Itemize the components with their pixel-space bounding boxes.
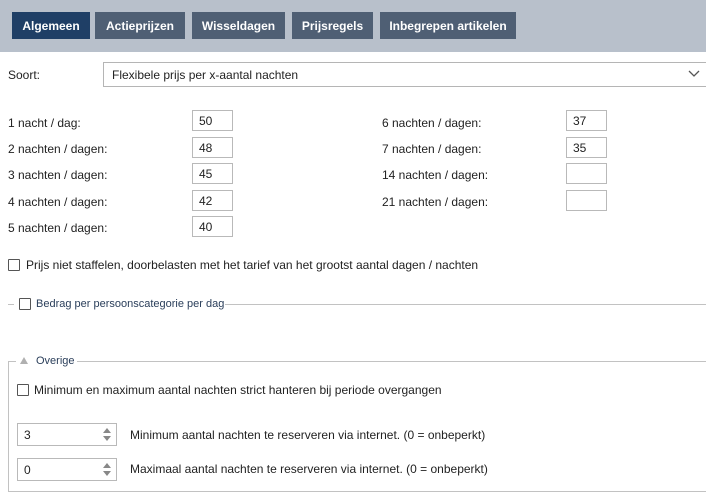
- price-input-3[interactable]: 45: [192, 163, 233, 184]
- fieldset-border: [8, 304, 14, 305]
- max-nights-value: 0: [24, 463, 31, 477]
- strict-checkbox[interactable]: [17, 384, 29, 396]
- price-label-14: 14 nachten / dagen:: [382, 168, 489, 182]
- price-input-5[interactable]: 40: [192, 216, 233, 237]
- price-label-2: 2 nachten / dagen:: [8, 142, 108, 156]
- soort-select[interactable]: Flexibele prijs per x-aantal nachten: [103, 62, 706, 87]
- price-label-21: 21 nachten / dagen:: [382, 195, 489, 209]
- min-nights-value: 3: [24, 428, 31, 442]
- price-input-21[interactable]: [566, 190, 607, 211]
- no-staffel-label: Prijs niet staffelen, doorbelasten met h…: [26, 258, 479, 272]
- min-nights-spinner[interactable]: 3: [17, 423, 117, 446]
- soort-select-value: Flexibele prijs per x-aantal nachten: [112, 68, 299, 82]
- spinner-arrows-icon[interactable]: [103, 463, 111, 476]
- min-nights-label: Minimum aantal nachten te reserveren via…: [130, 428, 486, 442]
- tab-bar: Algemeen Actieprijzen Wisseldagen Prijsr…: [0, 0, 706, 52]
- price-input-14[interactable]: [566, 163, 607, 184]
- price-input-6[interactable]: 37: [566, 110, 607, 131]
- max-nights-label: Maximaal aantal nachten te reserveren vi…: [130, 462, 488, 476]
- fieldset-border: [8, 491, 706, 492]
- tab-algemeen[interactable]: Algemeen: [12, 12, 90, 39]
- price-label-7: 7 nachten / dagen:: [382, 142, 482, 156]
- per-person-legend: Bedrag per persoonscategorie per dag: [36, 298, 225, 310]
- price-label-3: 3 nachten / dagen:: [8, 168, 108, 182]
- overige-legend: Overige: [36, 355, 75, 367]
- triangle-up-icon[interactable]: [20, 357, 28, 364]
- chevron-down-icon: [688, 70, 700, 77]
- price-label-4: 4 nachten / dagen:: [8, 195, 108, 209]
- tab-actieprijzen[interactable]: Actieprijzen: [95, 12, 185, 39]
- per-person-checkbox[interactable]: [19, 298, 31, 310]
- tab-wisseldagen[interactable]: Wisseldagen: [192, 12, 285, 39]
- fieldset-border: [77, 361, 706, 362]
- spinner-arrows-icon[interactable]: [103, 428, 111, 441]
- soort-label: Soort:: [8, 68, 41, 82]
- tab-prijsregels[interactable]: Prijsregels: [292, 12, 373, 39]
- fieldset-border: [8, 361, 9, 491]
- price-input-2[interactable]: 48: [192, 137, 233, 158]
- price-input-1[interactable]: 50: [192, 110, 233, 131]
- price-input-4[interactable]: 42: [192, 190, 233, 211]
- fieldset-border: [8, 361, 16, 362]
- price-input-7[interactable]: 35: [566, 137, 607, 158]
- tab-inbegrepen-artikelen[interactable]: Inbegrepen artikelen: [380, 12, 516, 39]
- price-label-5: 5 nachten / dagen:: [8, 221, 108, 235]
- price-label-6: 6 nachten / dagen:: [382, 116, 482, 130]
- fieldset-border: [225, 304, 706, 305]
- max-nights-spinner[interactable]: 0: [17, 458, 117, 481]
- strict-label: Minimum en maximum aantal nachten strict…: [34, 383, 442, 397]
- no-staffel-checkbox[interactable]: [8, 259, 20, 271]
- price-label-1: 1 nacht / dag:: [8, 116, 81, 130]
